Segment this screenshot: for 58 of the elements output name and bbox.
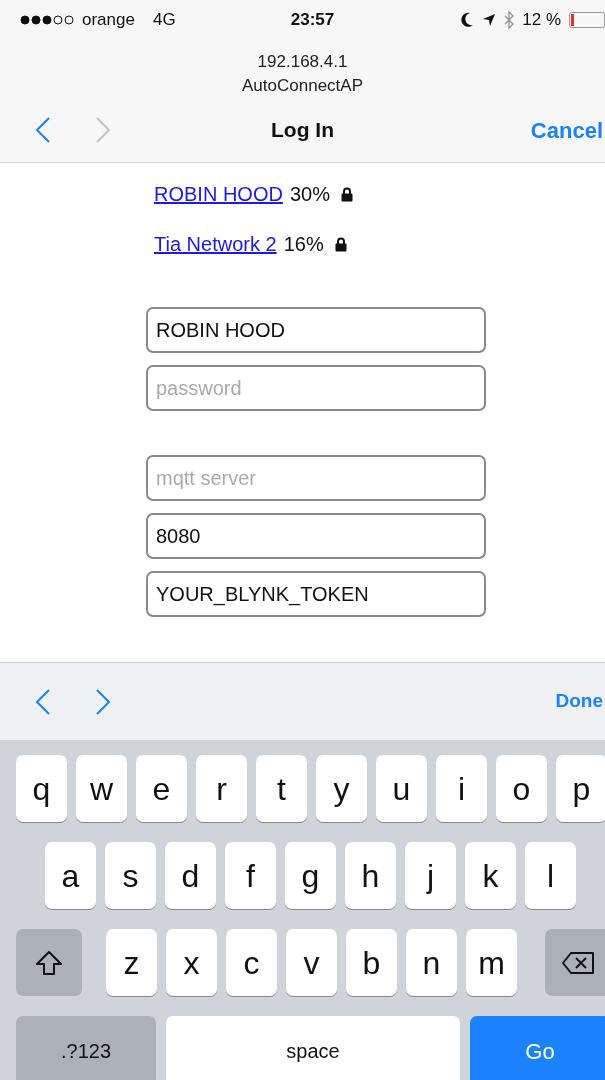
mode-key[interactable]: .?123 bbox=[16, 1016, 156, 1080]
letter-key[interactable]: n bbox=[406, 929, 457, 996]
letter-key[interactable]: s bbox=[105, 842, 156, 909]
chevron-right-icon bbox=[95, 687, 111, 716]
chevron-left-icon bbox=[35, 116, 51, 144]
shift-arrow-icon bbox=[35, 949, 63, 976]
letter-key[interactable]: g bbox=[285, 842, 336, 909]
letter-key[interactable]: q bbox=[16, 755, 67, 822]
signal-strength: 16% bbox=[283, 232, 324, 257]
letter-key[interactable]: e bbox=[136, 755, 187, 822]
letter-key[interactable]: x bbox=[166, 929, 217, 996]
letter-key[interactable]: u bbox=[376, 755, 427, 822]
network-link[interactable]: Tia Network 2 bbox=[154, 229, 277, 259]
backspace-icon bbox=[561, 950, 595, 975]
location-arrow-icon bbox=[482, 13, 497, 27]
page-host: 192.168.4.1 bbox=[257, 51, 348, 73]
chevron-left-icon bbox=[35, 687, 51, 716]
letter-key[interactable]: v bbox=[286, 929, 337, 996]
bluetooth-icon bbox=[504, 11, 515, 29]
letter-key[interactable]: f bbox=[225, 842, 276, 909]
letter-key[interactable]: w bbox=[76, 755, 127, 822]
letter-key[interactable]: l bbox=[525, 842, 576, 909]
delete-key[interactable] bbox=[545, 929, 605, 996]
space-key[interactable]: space bbox=[166, 1016, 460, 1080]
moon-icon bbox=[460, 12, 475, 28]
letter-key[interactable]: y bbox=[316, 755, 367, 822]
signal-strength: 30% bbox=[289, 182, 330, 207]
letter-key[interactable]: r bbox=[196, 755, 247, 822]
letter-key[interactable]: z bbox=[106, 929, 157, 996]
letter-key[interactable]: m bbox=[466, 929, 517, 996]
letter-key[interactable]: d bbox=[165, 842, 216, 909]
page-title: AutoConnectAP bbox=[242, 75, 363, 97]
letter-key[interactable]: t bbox=[256, 755, 307, 822]
signal-dots-icon bbox=[20, 15, 76, 25]
letter-key[interactable]: h bbox=[345, 842, 396, 909]
clock-time: 23:57 bbox=[290, 9, 335, 32]
letter-key[interactable]: a bbox=[45, 842, 96, 909]
battery-icon bbox=[569, 12, 605, 28]
go-key[interactable]: Go bbox=[470, 1016, 605, 1080]
battery-percent: 12 % bbox=[522, 9, 561, 32]
network-link[interactable]: ROBIN HOOD bbox=[154, 179, 283, 209]
network-type: 4G bbox=[152, 9, 176, 32]
input-field[interactable]: password bbox=[146, 365, 486, 411]
letter-key[interactable]: p bbox=[556, 755, 605, 822]
carrier-name: orange bbox=[82, 9, 135, 32]
letter-key[interactable]: c bbox=[226, 929, 277, 996]
input-field[interactable]: YOUR_BLYNK_TOKEN bbox=[146, 571, 486, 617]
letter-key[interactable]: i bbox=[436, 755, 487, 822]
letter-key[interactable]: b bbox=[346, 929, 397, 996]
shift-key[interactable] bbox=[16, 929, 82, 996]
letter-key[interactable]: o bbox=[496, 755, 547, 822]
nav-title: Log In bbox=[271, 117, 334, 144]
chevron-right-icon bbox=[95, 116, 111, 144]
input-field[interactable]: 8080 bbox=[146, 513, 486, 559]
input-field[interactable]: mqtt server bbox=[146, 455, 486, 501]
input-field[interactable]: ROBIN HOOD bbox=[146, 307, 486, 353]
letter-key[interactable]: k bbox=[465, 842, 516, 909]
letter-key[interactable]: j bbox=[405, 842, 456, 909]
